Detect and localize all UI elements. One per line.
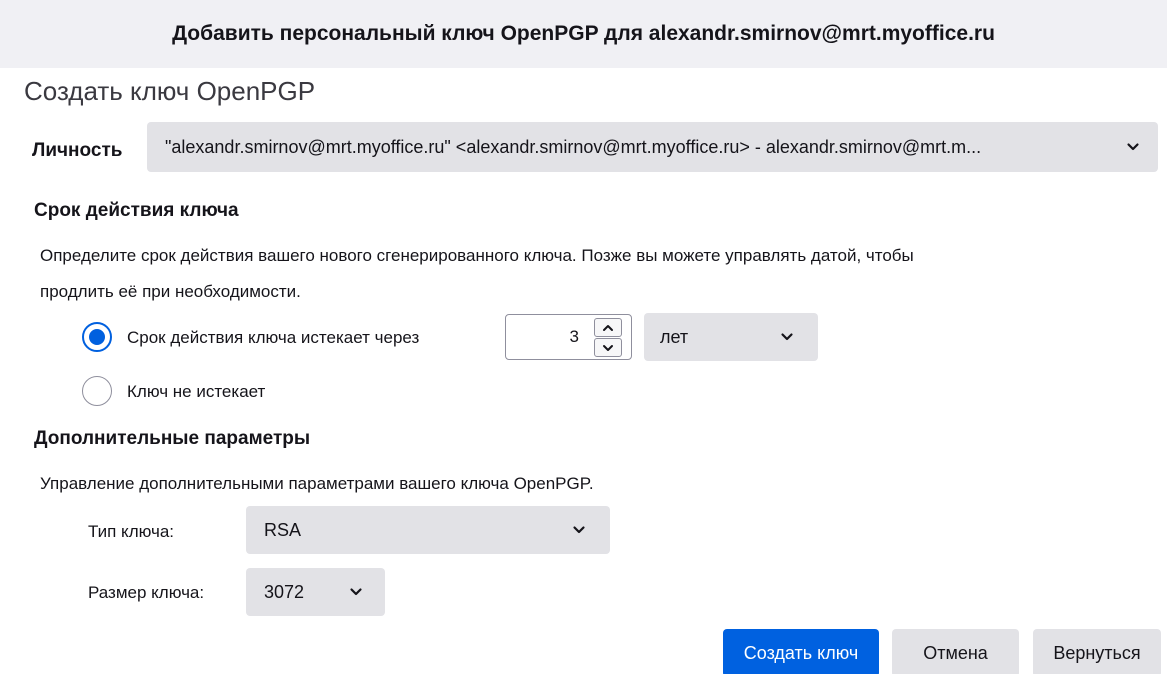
expiry-description-line1: Определите срок действия вашего нового с… [40,246,914,265]
radio-never-expires-label[interactable]: Ключ не истекает [127,382,265,402]
key-size-label: Размер ключа: [88,583,205,602]
radio-expires-label[interactable]: Срок действия ключа истекает через [127,328,419,348]
dialog-titlebar: Добавить персональный ключ OpenPGP для a… [0,0,1167,68]
advanced-section-title: Дополнительные параметры [34,428,311,449]
chevron-down-icon [1127,143,1139,151]
key-type-value: RSA [264,519,302,540]
stepper-down-button[interactable] [594,338,622,357]
expiry-amount-stepper[interactable]: 3 [505,314,632,360]
key-size-value: 3072 [264,581,305,602]
expiry-unit-value: лет [660,326,689,347]
expiry-amount-value: 3 [569,327,579,346]
advanced-description: Управление дополнительными параметрами в… [40,474,594,493]
key-type-select[interactable]: RSA [246,506,610,554]
chevron-down-icon [350,588,362,596]
chevron-down-icon [573,526,585,534]
spinner-up-icon [603,324,613,331]
page-heading: Создать ключ OpenPGP [24,76,316,106]
cancel-button[interactable]: Отмена [892,629,1019,674]
identity-select[interactable]: "alexandr.smirnov@mrt.myoffice.ru" <alex… [147,122,1158,172]
identity-label: Личность [32,140,123,161]
stepper-up-button[interactable] [594,318,622,337]
expiry-unit-select[interactable]: лет [644,313,818,361]
dialog-title: Добавить персональный ключ OpenPGP для a… [172,22,995,45]
radio-never-expires[interactable] [82,376,112,406]
radio-expires[interactable] [82,322,112,352]
spinner-down-icon [603,344,613,351]
identity-select-value: "alexandr.smirnov@mrt.myoffice.ru" <alex… [165,136,982,157]
key-size-select[interactable]: 3072 [246,568,385,616]
create-key-button[interactable]: Создать ключ [723,629,879,674]
back-button[interactable]: Вернуться [1033,629,1161,674]
key-type-label: Тип ключа: [88,522,175,541]
expiry-section-title: Срок действия ключа [34,200,239,221]
chevron-down-icon [781,333,793,341]
expiry-description-line2: продлить её при необходимости. [40,282,301,301]
